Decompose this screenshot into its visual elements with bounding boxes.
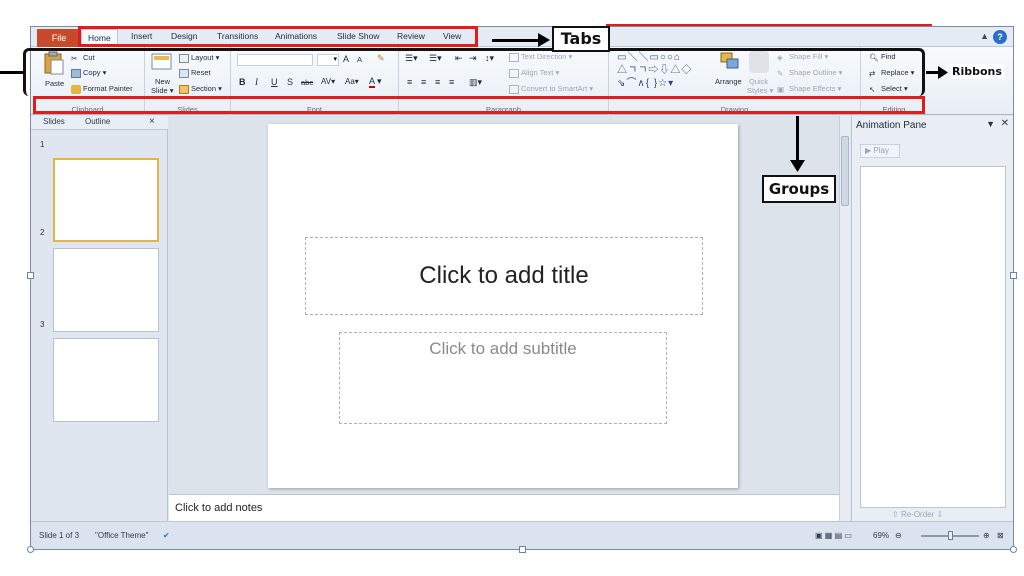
- slide-thumbnail[interactable]: [53, 158, 159, 242]
- tabs-arrow-line: [492, 39, 542, 42]
- panel-tabs: Slides Outline ×: [31, 116, 168, 130]
- thumb-number: 3: [40, 320, 45, 329]
- left-arrow-line: [0, 71, 24, 74]
- fit-slide-icon[interactable]: ⊠: [997, 531, 1004, 540]
- tab-outline[interactable]: Outline: [85, 117, 110, 126]
- close-icon[interactable]: ✕: [1001, 118, 1009, 129]
- zoom-out-icon[interactable]: ⊖: [895, 531, 902, 540]
- top-highlight-line: [606, 24, 932, 28]
- vertical-scrollbar[interactable]: [839, 116, 850, 521]
- animation-pane-title: Animation Pane: [856, 120, 927, 131]
- slide-count: Slide 1 of 3: [39, 531, 80, 540]
- animation-list[interactable]: [860, 166, 1006, 508]
- tabs-arrow-head: [538, 33, 550, 47]
- groups-arrow-head: [790, 160, 805, 172]
- title-placeholder[interactable]: Click to add title: [305, 237, 703, 315]
- groups-highlight: [33, 96, 925, 114]
- tab-slides[interactable]: Slides: [43, 117, 65, 126]
- groups-callout: Groups: [762, 175, 836, 203]
- scrollbar-thumb[interactable]: [841, 136, 849, 206]
- ribbons-bracket: [23, 48, 925, 96]
- view-buttons[interactable]: ▣ ▦ ▤ ▭: [815, 531, 852, 540]
- slide-thumbnail[interactable]: [53, 338, 159, 422]
- resize-handle[interactable]: [27, 546, 34, 553]
- resize-handle[interactable]: [1010, 546, 1017, 553]
- resize-handle[interactable]: [1010, 272, 1017, 279]
- thumb-number: 2: [40, 228, 45, 237]
- slide-canvas[interactable]: Click to add title Click to add subtitle: [268, 124, 738, 488]
- subtitle-placeholder[interactable]: Click to add subtitle: [339, 332, 667, 424]
- groups-arrow-line: [796, 116, 799, 162]
- slide-thumbnail[interactable]: [53, 248, 159, 332]
- tabs-callout: Tabs: [552, 26, 610, 52]
- theme-name[interactable]: "Office Theme": [95, 531, 148, 540]
- animation-pane: Animation Pane ▼ ✕ ▶ Play ⇧ Re-Order ⇩: [851, 116, 1013, 521]
- zoom-level[interactable]: 69%: [873, 531, 889, 540]
- notes-pane[interactable]: Click to add notes: [169, 494, 839, 521]
- zoom-slider-knob[interactable]: [948, 531, 953, 540]
- screenshot-stage: File Home Insert Design Transitions Anim…: [0, 0, 1024, 576]
- reorder-label: Re-Order: [900, 510, 935, 519]
- resize-handle[interactable]: [519, 546, 526, 553]
- ribbons-callout: Ribbons: [950, 64, 1004, 79]
- resize-handle[interactable]: [27, 272, 34, 279]
- help-icon[interactable]: ?: [993, 30, 1007, 44]
- tabs-highlight: [78, 26, 478, 47]
- close-icon[interactable]: ×: [149, 116, 155, 127]
- slides-panel: Slides Outline × 1 2 3: [31, 116, 168, 521]
- thumb-number: 1: [40, 140, 45, 149]
- minimize-ribbon-icon[interactable]: ▲: [980, 31, 989, 41]
- reorder-control[interactable]: ⇧ Re-Order ⇩: [892, 510, 943, 519]
- zoom-in-icon[interactable]: ⊕: [983, 531, 990, 540]
- play-button[interactable]: ▶ Play: [860, 144, 900, 158]
- tab-file[interactable]: File: [37, 29, 81, 47]
- play-label: Play: [873, 146, 889, 155]
- pane-options-icon[interactable]: ▼: [986, 119, 995, 129]
- spell-check-icon[interactable]: ✔: [163, 531, 170, 540]
- ribbons-arrow-head: [938, 66, 948, 79]
- slide-editor: Click to add title Click to add subtitle: [169, 116, 850, 494]
